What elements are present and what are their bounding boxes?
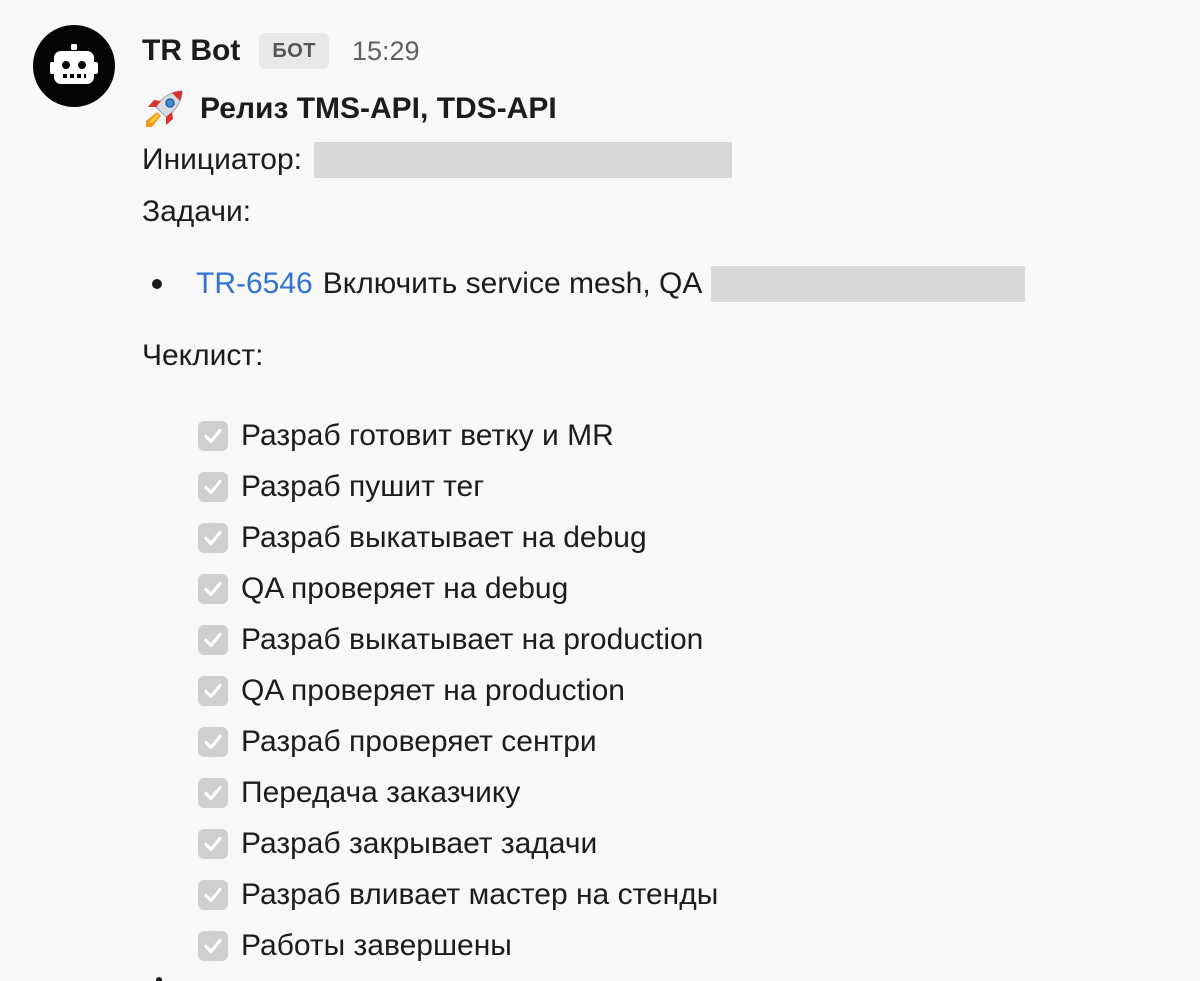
- checklist-item-label: Разраб пушит тег: [241, 469, 485, 503]
- tasks-label: Задачи:: [142, 195, 252, 228]
- checklist: Разраб готовит ветку и MR Разраб пушит т…: [198, 410, 1172, 971]
- timestamp[interactable]: 15:29: [352, 36, 420, 67]
- message-title: Релиз TMS-API, TDS-API: [142, 84, 1172, 134]
- message-header: TR Bot БОТ 15:29: [142, 24, 1172, 78]
- checklist-label: Чеклист:: [142, 339, 264, 372]
- checklist-item-label: Разраб готовит ветку и MR: [241, 418, 614, 452]
- task-link[interactable]: TR-6546: [196, 267, 313, 301]
- checkbox-checked-icon[interactable]: [198, 522, 228, 553]
- checklist-item: QA проверяет на production: [198, 665, 1172, 716]
- checklist-item-label: Разраб выкатывает на production: [241, 622, 704, 656]
- checklist-item: Разраб выкатывает на debug: [198, 512, 1172, 563]
- checkbox-checked-icon[interactable]: [198, 777, 228, 808]
- checklist-item: QA проверяет на debug: [198, 563, 1172, 614]
- checkbox-checked-icon[interactable]: [198, 930, 228, 961]
- checklist-item-label: Разраб вливает мастер на стенды: [241, 877, 719, 911]
- bullet: [152, 279, 162, 289]
- task-text: Включить service mesh, QA: [322, 267, 703, 300]
- checklist-item: Работы завершены: [198, 920, 1172, 971]
- release-title: Релиз TMS-API, TDS-API: [200, 92, 557, 125]
- cut-off-bullet: [156, 977, 162, 981]
- task-list-item: TR-6546 Включить service mesh, QA: [152, 258, 1172, 310]
- chat-message: TR Bot БОТ 15:29 Релиз TMS-API, TDS-API …: [0, 0, 1200, 981]
- checklist-item-label: Работы завершены: [241, 928, 512, 962]
- checklist-item: Передача заказчику: [198, 767, 1172, 818]
- message-content: TR Bot БОТ 15:29 Релиз TMS-API, TDS-API …: [142, 24, 1172, 971]
- checkbox-checked-icon[interactable]: [198, 828, 228, 859]
- initiator-redacted: [313, 142, 732, 178]
- checklist-item: Разраб выкатывает на production: [198, 614, 1172, 665]
- rocket-icon: [142, 87, 186, 131]
- qa-redacted: [711, 266, 1026, 302]
- checklist-item-label: Разраб выкатывает на debug: [241, 520, 647, 554]
- checkbox-checked-icon[interactable]: [198, 675, 228, 706]
- checklist-item: Разраб закрывает задачи: [198, 818, 1172, 869]
- checkbox-checked-icon[interactable]: [198, 420, 228, 451]
- checklist-item-label: Разраб проверяет сентри: [241, 724, 597, 758]
- checkbox-checked-icon[interactable]: [198, 726, 228, 757]
- checklist-item: Разраб вливает мастер на стенды: [198, 869, 1172, 920]
- initiator-label: Инициатор:: [142, 143, 302, 176]
- checklist-item-label: QA проверяет на production: [241, 673, 625, 707]
- sender-name[interactable]: TR Bot: [142, 34, 240, 68]
- checkbox-checked-icon[interactable]: [198, 471, 228, 502]
- checklist-item-label: Передача заказчику: [241, 775, 521, 809]
- bot-badge: БОТ: [259, 33, 329, 69]
- checkbox-checked-icon[interactable]: [198, 624, 228, 655]
- checklist-item-label: QA проверяет на debug: [241, 571, 569, 605]
- checkbox-checked-icon[interactable]: [198, 573, 228, 604]
- checklist-item-label: Разраб закрывает задачи: [241, 826, 598, 860]
- checklist-item: Разраб пушит тег: [198, 461, 1172, 512]
- avatar[interactable]: [33, 25, 115, 107]
- robot-icon: [50, 44, 98, 84]
- checklist-item: Разраб проверяет сентри: [198, 716, 1172, 767]
- initiator-row: Инициатор:: [142, 134, 1172, 186]
- checklist-item: Разраб готовит ветку и MR: [198, 410, 1172, 461]
- checkbox-checked-icon[interactable]: [198, 879, 228, 910]
